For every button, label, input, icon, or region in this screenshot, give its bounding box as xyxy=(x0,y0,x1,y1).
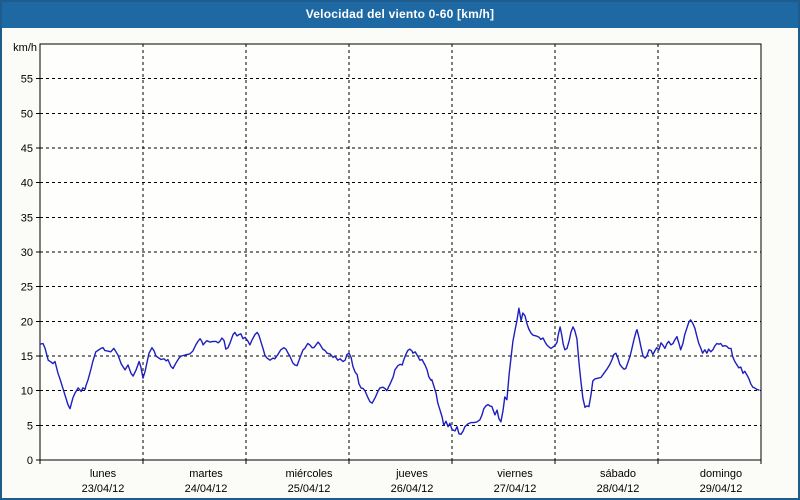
day-name-label: domingo xyxy=(700,468,742,480)
y-tick-label: 35 xyxy=(21,212,33,224)
chart-title: Velocidad del viento 0-60 [km/h] xyxy=(305,7,495,21)
wind-speed-chart: 0 5 10 15 20 25 30 35 40 45 50 55 km/h lunes 23/04/12 m… xyxy=(13,42,762,495)
day-name-label: miércoles xyxy=(285,468,333,480)
day-date-label: 27/04/12 xyxy=(494,483,537,495)
day-name-label: sábado xyxy=(600,468,636,480)
day-name-label: viernes xyxy=(497,468,533,480)
y-tick-label: 55 xyxy=(21,74,33,86)
day-name-label: jueves xyxy=(395,468,428,480)
day-name-label: martes xyxy=(189,468,223,480)
y-tick-label: 15 xyxy=(21,351,33,363)
day-name-label: lunes xyxy=(90,468,117,480)
y-tick-label: 50 xyxy=(21,108,33,120)
y-tick-label: 40 xyxy=(21,178,33,190)
y-tick-label: 30 xyxy=(21,247,33,259)
day-date-label: 25/04/12 xyxy=(288,483,331,495)
day-date-label: 24/04/12 xyxy=(185,483,228,495)
day-date-label: 23/04/12 xyxy=(82,483,125,495)
y-tick-label: 0 xyxy=(27,455,33,467)
y-tick-label: 10 xyxy=(21,386,33,398)
y-tick-label: 25 xyxy=(21,282,33,294)
wind-chart-window: 0 5 10 15 20 25 30 35 40 45 50 55 km/h lunes 23/04/12 m… xyxy=(0,0,800,500)
y-tick-label: 45 xyxy=(21,143,33,155)
title-bar: Velocidad del viento 0-60 [km/h] xyxy=(0,0,800,28)
y-tick-label: 5 xyxy=(27,420,33,432)
day-date-label: 29/04/12 xyxy=(700,483,743,495)
day-date-label: 26/04/12 xyxy=(391,483,434,495)
y-tick-label: 20 xyxy=(21,316,33,328)
y-axis-unit-label: km/h xyxy=(13,42,37,54)
day-date-label: 28/04/12 xyxy=(597,483,640,495)
